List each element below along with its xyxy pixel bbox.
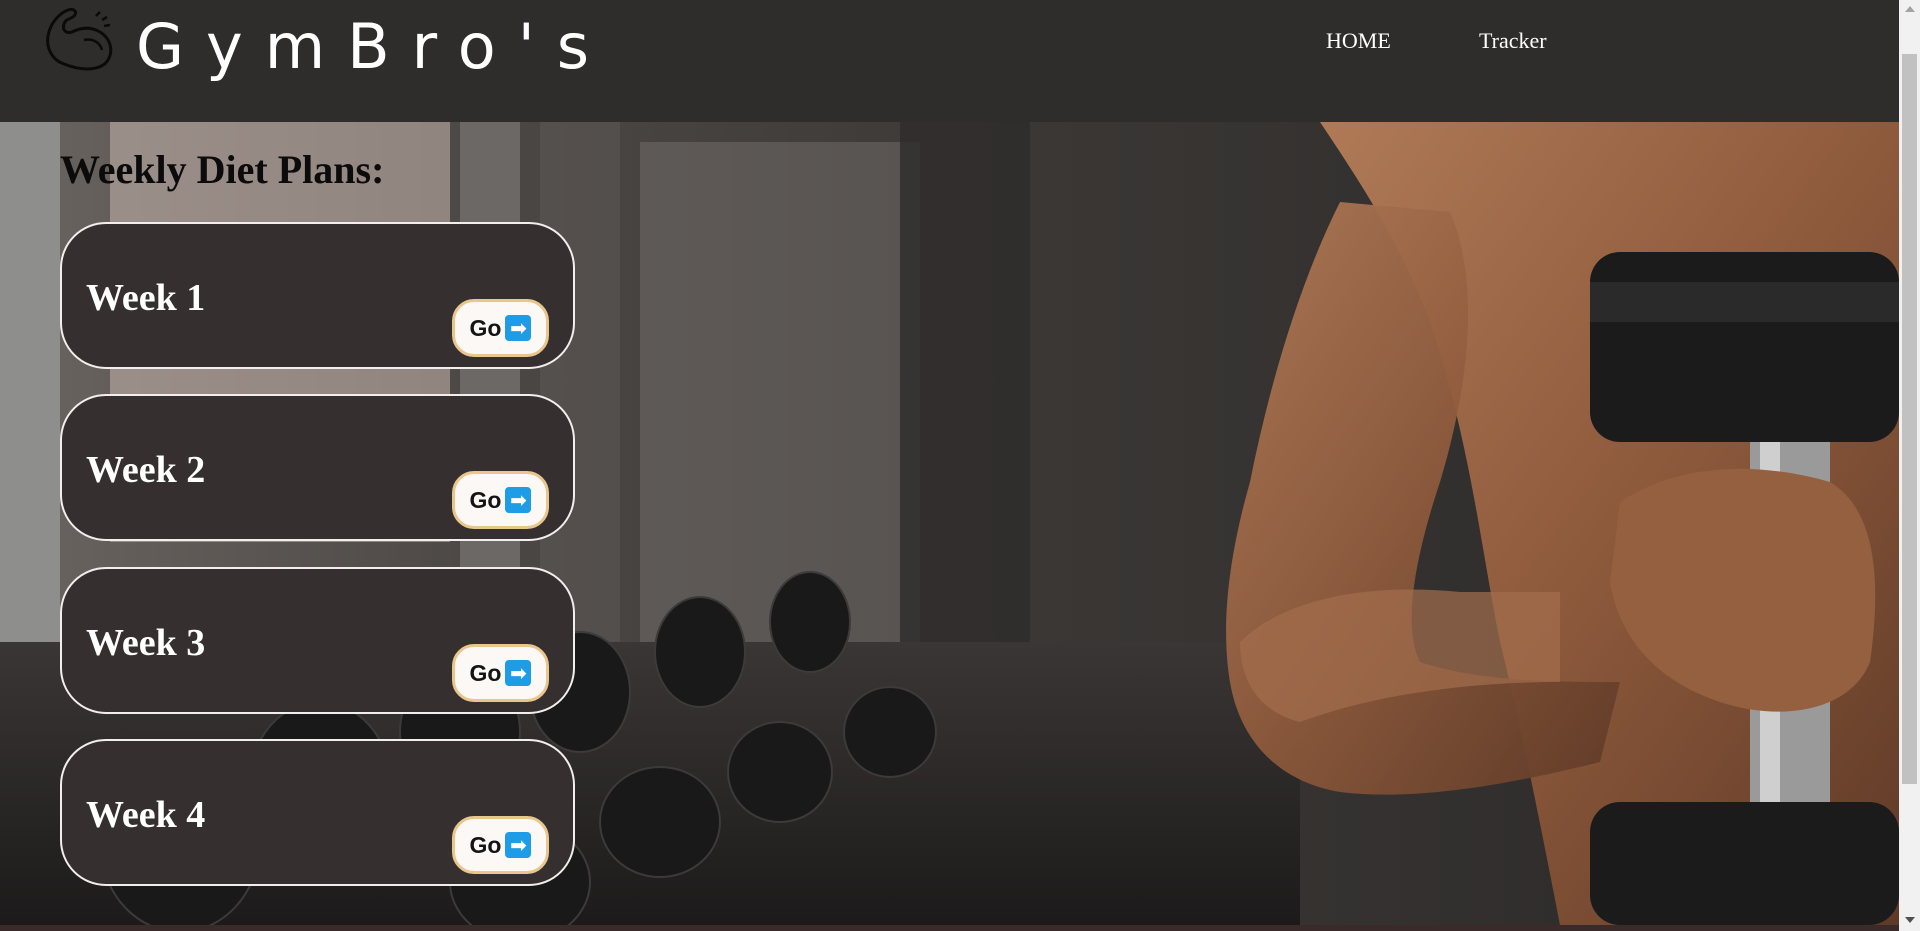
go-button-week-2[interactable]: Go ➡: [452, 471, 549, 529]
go-button-week-4[interactable]: Go ➡: [452, 816, 549, 874]
vertical-scrollbar[interactable]: [1899, 0, 1920, 931]
flexed-bicep-icon[interactable]: [44, 4, 118, 76]
right-arrow-icon: ➡: [505, 660, 532, 686]
week-card-4: Week 4 Go ➡: [60, 739, 575, 886]
week-title: Week 2: [86, 449, 206, 491]
go-button-week-1[interactable]: Go ➡: [452, 299, 549, 357]
scroll-down-arrow-icon[interactable]: [1905, 917, 1915, 923]
week-title: Week 4: [86, 794, 206, 836]
brand-title[interactable]: GymBro's: [136, 16, 611, 78]
right-arrow-icon: ➡: [505, 487, 532, 513]
scrollbar-thumb[interactable]: [1902, 54, 1917, 784]
go-label: Go: [469, 486, 502, 513]
week-card-3: Week 3 Go ➡: [60, 567, 575, 714]
section-title: Weekly Diet Plans:: [60, 147, 385, 192]
nav-home-link[interactable]: HOME: [1326, 28, 1391, 54]
week-card-1: Week 1 Go ➡: [60, 222, 575, 369]
right-arrow-icon: ➡: [505, 315, 532, 341]
page: GymBro's HOME Tracker Weekly Diet Plans:…: [0, 0, 1920, 931]
right-arrow-icon: ➡: [505, 832, 532, 858]
scroll-up-arrow-icon[interactable]: [1905, 6, 1915, 12]
site-header: GymBro's HOME Tracker: [0, 0, 1899, 122]
go-label: Go: [469, 314, 502, 341]
week-card-2: Week 2 Go ➡: [60, 394, 575, 541]
bottom-edge: [0, 925, 1899, 931]
week-title: Week 1: [86, 277, 206, 319]
nav-tracker-link[interactable]: Tracker: [1479, 28, 1547, 54]
go-label: Go: [469, 659, 502, 686]
go-button-week-3[interactable]: Go ➡: [452, 644, 549, 702]
go-label: Go: [469, 831, 502, 858]
week-title: Week 3: [86, 622, 206, 664]
